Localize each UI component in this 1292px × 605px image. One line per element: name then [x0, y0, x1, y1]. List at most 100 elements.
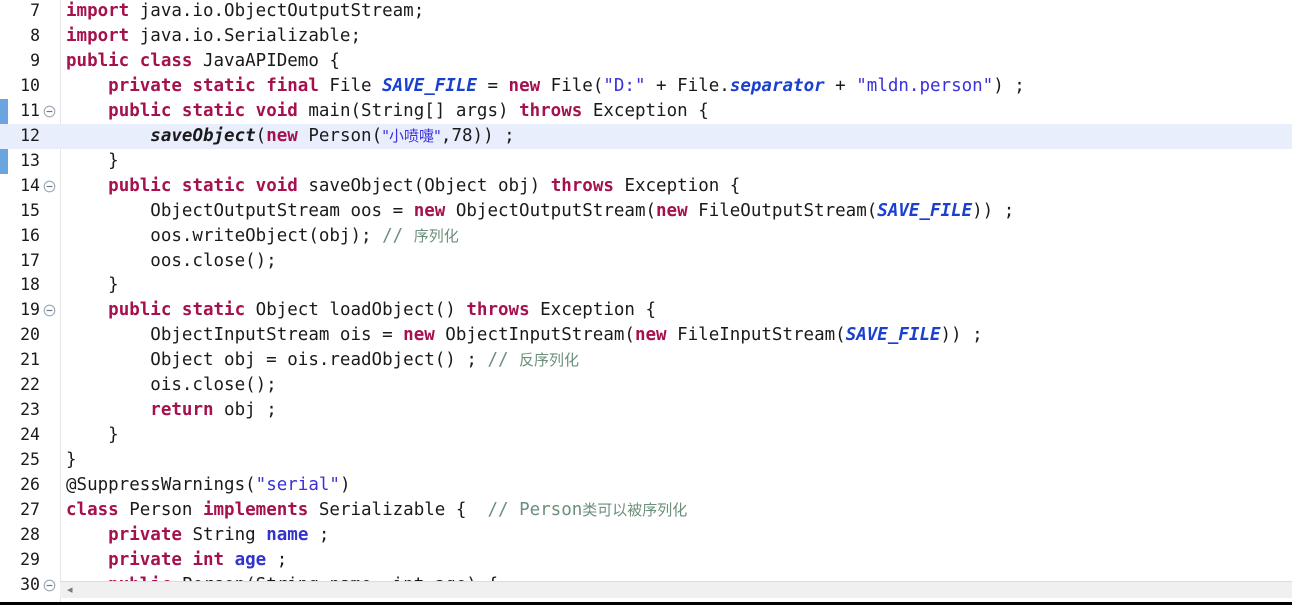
fold-collapse-icon[interactable]: [43, 579, 56, 592]
fold-collapse-icon[interactable]: [43, 304, 56, 317]
code-line[interactable]: 16 oos.writeObject(obj); // 序列化: [0, 224, 1292, 249]
horizontal-scrollbar[interactable]: ◂: [60, 581, 1292, 598]
code-text[interactable]: return obj ;: [66, 398, 276, 423]
code-token: new: [634, 325, 667, 346]
line-number-gutter[interactable]: 7: [0, 0, 56, 24]
code-token: ;: [266, 549, 288, 570]
code-line[interactable]: 15 ObjectOutputStream oos = new ObjectOu…: [0, 199, 1292, 224]
line-number-gutter[interactable]: 12: [0, 124, 56, 149]
line-number-gutter[interactable]: 28: [0, 523, 56, 548]
line-number-gutter[interactable]: 16: [0, 224, 56, 249]
code-line[interactable]: 12 saveObject(new Person("小喷嚏",78)) ;: [0, 123, 1292, 149]
line-number-gutter[interactable]: 24: [0, 423, 56, 448]
code-text[interactable]: public static void saveObject(Object obj…: [66, 174, 740, 199]
code-token: Exception {: [613, 175, 741, 196]
code-token: 反序列化: [519, 351, 580, 370]
line-number-gutter[interactable]: 10: [0, 74, 56, 99]
code-text[interactable]: ois.close();: [66, 373, 276, 398]
code-text[interactable]: }: [66, 273, 119, 298]
code-text[interactable]: oos.close();: [66, 249, 276, 274]
line-number: 11: [20, 100, 40, 120]
code-text[interactable]: ObjectOutputStream oos = new ObjectOutpu…: [66, 199, 1014, 224]
scroll-left-arrow-icon[interactable]: ◂: [67, 584, 78, 596]
code-line[interactable]: 22 ois.close();: [0, 373, 1292, 398]
line-number: 8: [30, 25, 40, 45]
code-line[interactable]: 20 ObjectInputStream ois = new ObjectInp…: [0, 323, 1292, 348]
code-line[interactable]: 13 }: [0, 149, 1292, 174]
code-token: }: [66, 425, 119, 446]
code-editor[interactable]: 7 import java.io.ObjectOutputStream; 8 impo…: [0, 0, 1292, 605]
code-line[interactable]: 26 @SuppressWarnings("serial"): [0, 473, 1292, 498]
code-text[interactable]: public static Object loadObject() throws…: [66, 298, 656, 323]
code-text[interactable]: private int age ;: [66, 548, 287, 573]
line-number-gutter[interactable]: 17: [0, 249, 56, 274]
fold-collapse-icon[interactable]: [43, 180, 56, 193]
line-number-gutter[interactable]: 18: [0, 273, 56, 298]
code-token: ObjectInputStream ois =: [66, 325, 404, 346]
code-line[interactable]: 18 }: [0, 273, 1292, 298]
code-line[interactable]: 27 class Person implements Serializable {…: [0, 498, 1292, 523]
code-line[interactable]: 23 return obj ;: [0, 398, 1292, 423]
fold-placeholder: [43, 454, 56, 467]
line-number-gutter[interactable]: 14: [0, 174, 56, 199]
code-line[interactable]: 29 private int age ;: [0, 548, 1292, 573]
code-line[interactable]: 8 import java.io.Serializable;: [0, 24, 1292, 49]
code-line[interactable]: 24 }: [0, 423, 1292, 448]
line-number-gutter[interactable]: 23: [0, 398, 56, 423]
fold-collapse-icon[interactable]: [43, 105, 56, 118]
fold-placeholder: [43, 230, 56, 243]
code-line[interactable]: 10 private static final File SAVE_FILE =…: [0, 74, 1292, 99]
fold-placeholder: [43, 279, 56, 292]
line-number-gutter[interactable]: 19: [0, 298, 56, 323]
line-number: 28: [20, 524, 40, 544]
code-text[interactable]: import java.io.Serializable;: [66, 24, 361, 49]
code-text[interactable]: }: [66, 423, 119, 448]
line-number-gutter[interactable]: 22: [0, 373, 56, 398]
code-text[interactable]: }: [66, 448, 77, 473]
code-line[interactable]: 9 public class JavaAPIDemo {: [0, 49, 1292, 74]
line-number-gutter[interactable]: 30: [0, 573, 56, 598]
code-text[interactable]: public static void main(String[] args) t…: [66, 99, 709, 124]
code-text[interactable]: private String name ;: [66, 523, 329, 548]
code-token: )) ;: [972, 200, 1015, 221]
code-line[interactable]: 21 Object obj = ois.readObject() ; // 反序…: [0, 348, 1292, 373]
code-text[interactable]: }: [66, 149, 119, 174]
code-text[interactable]: @SuppressWarnings("serial"): [66, 473, 351, 498]
code-line[interactable]: 11 public static void main(String[] args…: [0, 99, 1292, 124]
code-line[interactable]: 17 oos.close();: [0, 249, 1292, 274]
line-number-gutter[interactable]: 21: [0, 348, 56, 373]
code-line[interactable]: 14 public static void saveObject(Object …: [0, 174, 1292, 199]
line-number-gutter[interactable]: 29: [0, 548, 56, 573]
line-number-gutter[interactable]: 15: [0, 199, 56, 224]
code-token: "小喷嚏": [382, 126, 441, 145]
line-number-gutter[interactable]: 11: [0, 99, 56, 124]
code-token: Object obj = ois.readObject() ;: [66, 350, 488, 371]
code-token: FileOutputStream(: [687, 200, 878, 221]
code-text[interactable]: public class JavaAPIDemo {: [66, 49, 340, 74]
line-number-gutter[interactable]: 25: [0, 448, 56, 473]
code-line[interactable]: 19 public static Object loadObject() thr…: [0, 298, 1292, 323]
line-number-gutter[interactable]: 8: [0, 24, 56, 49]
line-number-gutter[interactable]: 26: [0, 473, 56, 498]
code-text[interactable]: ObjectInputStream ois = new ObjectInputS…: [66, 323, 982, 348]
line-number-gutter[interactable]: 27: [0, 498, 56, 523]
code-text[interactable]: import java.io.ObjectOutputStream;: [66, 0, 424, 24]
line-number-gutter[interactable]: 9: [0, 49, 56, 74]
line-number-gutter[interactable]: 13: [0, 149, 56, 174]
code-token: throws: [550, 175, 614, 196]
code-token: public static: [108, 300, 246, 321]
code-token: java.io.Serializable;: [129, 25, 362, 46]
code-line[interactable]: 7 import java.io.ObjectOutputStream;: [0, 0, 1292, 24]
code-text[interactable]: private static final File SAVE_FILE = ne…: [66, 74, 1025, 99]
code-token: File: [318, 75, 383, 96]
code-text[interactable]: class Person implements Serializable { /…: [66, 498, 687, 523]
code-token: Person: [118, 500, 203, 520]
code-line[interactable]: 28 private String name ;: [0, 523, 1292, 548]
code-text[interactable]: saveObject(new Person("小喷嚏",78)) ;: [66, 124, 514, 149]
code-text[interactable]: Object obj = ois.readObject() ; // 反序列化: [66, 348, 579, 373]
code-text[interactable]: oos.writeObject(obj); // 序列化: [66, 224, 458, 249]
line-number-gutter[interactable]: 20: [0, 323, 56, 348]
code-line[interactable]: 25}: [0, 448, 1292, 473]
code-token: SAVE_FILE: [382, 75, 477, 96]
